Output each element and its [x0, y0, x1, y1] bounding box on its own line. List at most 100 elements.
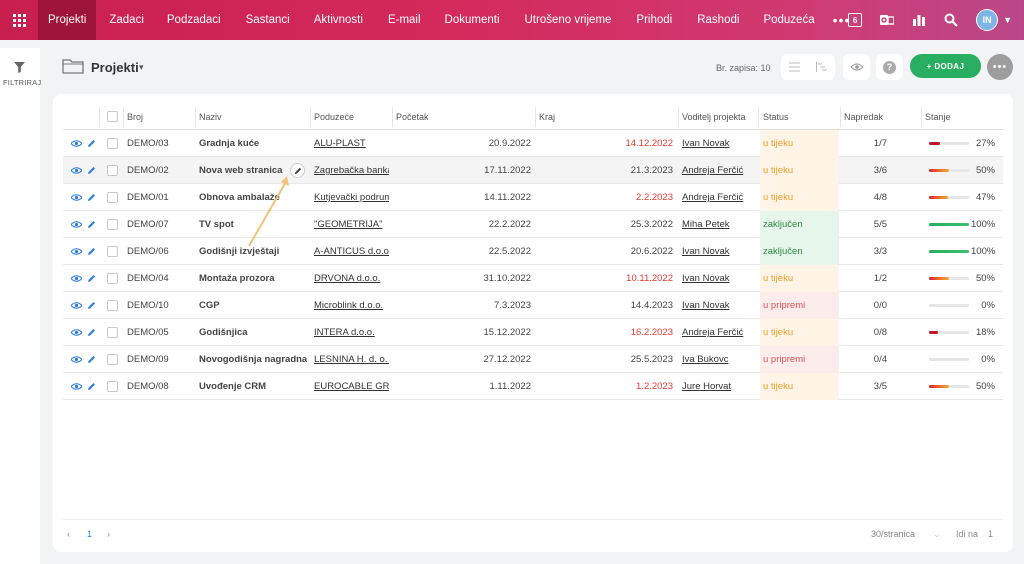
view-eye-icon[interactable]: [71, 221, 82, 228]
edit-pencil-icon[interactable]: [87, 274, 96, 283]
pagination-next-button[interactable]: ›: [107, 529, 110, 539]
cell-naziv[interactable]: CGP: [199, 292, 307, 319]
edit-pencil-icon[interactable]: [87, 166, 96, 175]
cell-voditelj-link[interactable]: Ivan Novak: [682, 130, 758, 157]
apps-menu-button[interactable]: [0, 0, 38, 40]
cell-poduzece-link[interactable]: DRVONA d.o.o.: [314, 265, 389, 292]
column-stanje[interactable]: Stanje: [925, 112, 951, 122]
table-row[interactable]: DEMO/05 Godišnjica INTERA d.o.o. 15.12.2022…: [63, 319, 1003, 346]
view-eye-icon[interactable]: [71, 383, 82, 390]
cell-voditelj-link[interactable]: Ivan Novak: [682, 265, 758, 292]
cell-voditelj-link[interactable]: Ivan Novak: [682, 238, 758, 265]
edit-pencil-icon[interactable]: [87, 382, 96, 391]
column-kraj[interactable]: Kraj: [539, 112, 555, 122]
row-checkbox[interactable]: [107, 130, 118, 157]
nav-item-zadaci[interactable]: Zadaci: [109, 0, 144, 40]
view-eye-icon[interactable]: [71, 329, 82, 336]
row-checkbox[interactable]: [107, 373, 118, 400]
calendar-icon[interactable]: 6: [848, 13, 863, 27]
table-row[interactable]: DEMO/04 Montaža prozora DRVONA d.o.o. 31.10…: [63, 265, 1003, 292]
user-menu-chevron-icon[interactable]: ▼: [1003, 15, 1012, 25]
nav-item-poduzeca[interactable]: Poduzeća: [763, 0, 814, 40]
view-eye-icon[interactable]: [71, 302, 82, 309]
title-dropdown-chevron-icon[interactable]: ▾: [139, 62, 144, 73]
help-button[interactable]: ?: [876, 54, 903, 80]
add-button[interactable]: + DODAJ: [910, 54, 981, 78]
reports-chart-icon[interactable]: [912, 13, 926, 27]
table-row[interactable]: DEMO/08 Uvođenje CRM EUROCABLE GROUP 1.11.2…: [63, 373, 1003, 400]
nav-item-podzadaci[interactable]: Podzadaci: [167, 0, 221, 40]
table-row[interactable]: DEMO/07 TV spot "GEOMETRIJA" 22.2.2022 25.3.…: [63, 211, 1003, 238]
cell-voditelj-link[interactable]: Andreja Ferčić: [682, 319, 758, 346]
table-row[interactable]: DEMO/03 Gradnja kuće ALU-PLAST 20.9.2022 14.…: [63, 130, 1003, 157]
cell-poduzece-link[interactable]: Zagrebačka banka: [314, 157, 389, 184]
cell-poduzece-link[interactable]: "GEOMETRIJA": [314, 211, 389, 238]
row-checkbox[interactable]: [107, 184, 118, 211]
cell-naziv[interactable]: Novogodišnja nagradna igra: [199, 346, 307, 373]
cell-poduzece-link[interactable]: INTERA d.o.o.: [314, 319, 389, 346]
gantt-view-icon[interactable]: [808, 62, 835, 72]
cell-naziv[interactable]: Uvođenje CRM: [199, 373, 307, 400]
nav-item-email[interactable]: E-mail: [388, 0, 421, 40]
row-checkbox[interactable]: [107, 265, 118, 292]
more-options-button[interactable]: •••: [987, 54, 1013, 80]
view-eye-icon[interactable]: [71, 167, 82, 174]
edit-pencil-icon[interactable]: [87, 355, 96, 364]
edit-pencil-icon[interactable]: [87, 139, 96, 148]
table-row[interactable]: DEMO/10 CGP Microblink d.o.o. 7.3.2023 14.4.…: [63, 292, 1003, 319]
view-eye-icon[interactable]: [71, 356, 82, 363]
cell-voditelj-link[interactable]: Jure Horvat: [682, 373, 758, 400]
nav-item-aktivnosti[interactable]: Aktivnosti: [314, 0, 363, 40]
column-naziv[interactable]: Naziv: [199, 112, 222, 122]
table-row[interactable]: DEMO/02 Nova web stranica Zagrebačka banka…: [63, 157, 1003, 184]
cell-naziv[interactable]: Montaža prozora: [199, 265, 307, 292]
column-napredak[interactable]: Napredak: [844, 112, 883, 122]
view-eye-icon[interactable]: [71, 275, 82, 282]
view-eye-icon[interactable]: [71, 194, 82, 201]
per-page-chevron-icon[interactable]: ⌄: [933, 529, 941, 540]
cell-poduzece-link[interactable]: Kutjevački podrum: [314, 184, 389, 211]
cell-voditelj-link[interactable]: Miha Petek: [682, 211, 758, 238]
table-row[interactable]: DEMO/09 Novogodišnja nagradna igra LESNINA…: [63, 346, 1003, 373]
cell-voditelj-link[interactable]: Ivan Novak: [682, 292, 758, 319]
view-eye-icon[interactable]: [71, 140, 82, 147]
edit-pencil-icon[interactable]: [87, 301, 96, 310]
nav-item-dokumenti[interactable]: Dokumenti: [445, 0, 500, 40]
cell-poduzece-link[interactable]: LESNINA H. d. o. o.: [314, 346, 389, 373]
row-checkbox[interactable]: [107, 292, 118, 319]
cell-voditelj-link[interactable]: Andreja Ferčić: [682, 184, 758, 211]
edit-pencil-icon[interactable]: [87, 328, 96, 337]
row-checkbox[interactable]: [107, 319, 118, 346]
list-view-icon[interactable]: [781, 62, 808, 72]
cell-naziv[interactable]: Godišnjica: [199, 319, 307, 346]
user-avatar[interactable]: IN: [976, 9, 999, 31]
cell-poduzece-link[interactable]: ALU-PLAST: [314, 130, 389, 157]
table-row[interactable]: DEMO/06 Godišnji izvještaji A-ANTICUS d.o.…: [63, 238, 1003, 265]
cell-voditelj-link[interactable]: Iva Bukovc: [682, 346, 758, 373]
row-checkbox[interactable]: [107, 211, 118, 238]
pagination-page-1[interactable]: 1: [87, 529, 92, 539]
column-broj[interactable]: Broj: [127, 112, 143, 122]
column-voditelj[interactable]: Voditelj projekta: [682, 112, 746, 122]
column-pocetak[interactable]: Početak: [396, 112, 429, 122]
edit-pencil-icon[interactable]: [87, 247, 96, 256]
cell-poduzece-link[interactable]: Microblink d.o.o.: [314, 292, 389, 319]
select-all-checkbox[interactable]: [107, 111, 118, 122]
page-title[interactable]: Projekti: [91, 60, 139, 75]
row-checkbox[interactable]: [107, 157, 118, 184]
outlook-icon[interactable]: [880, 13, 895, 27]
cell-voditelj-link[interactable]: Andreja Ferčić: [682, 157, 758, 184]
cell-naziv[interactable]: Gradnja kuće: [199, 130, 307, 157]
filter-label[interactable]: FILTRIRAJ: [3, 78, 41, 87]
nav-item-utroseno-vrijeme[interactable]: Utrošeno vrijeme: [525, 0, 612, 40]
row-checkbox[interactable]: [107, 346, 118, 373]
filter-funnel-icon[interactable]: [14, 62, 25, 76]
nav-item-prihodi[interactable]: Prihodi: [636, 0, 672, 40]
nav-item-sastanci[interactable]: Sastanci: [246, 0, 290, 40]
nav-item-projekti[interactable]: Projekti: [38, 0, 97, 40]
pagination-prev-button[interactable]: ‹: [67, 529, 70, 539]
edit-pencil-icon[interactable]: [87, 220, 96, 229]
nav-item-rashodi[interactable]: Rashodi: [697, 0, 739, 40]
search-icon[interactable]: [944, 13, 958, 27]
cell-poduzece-link[interactable]: A-ANTICUS d.o.o.: [314, 238, 389, 265]
